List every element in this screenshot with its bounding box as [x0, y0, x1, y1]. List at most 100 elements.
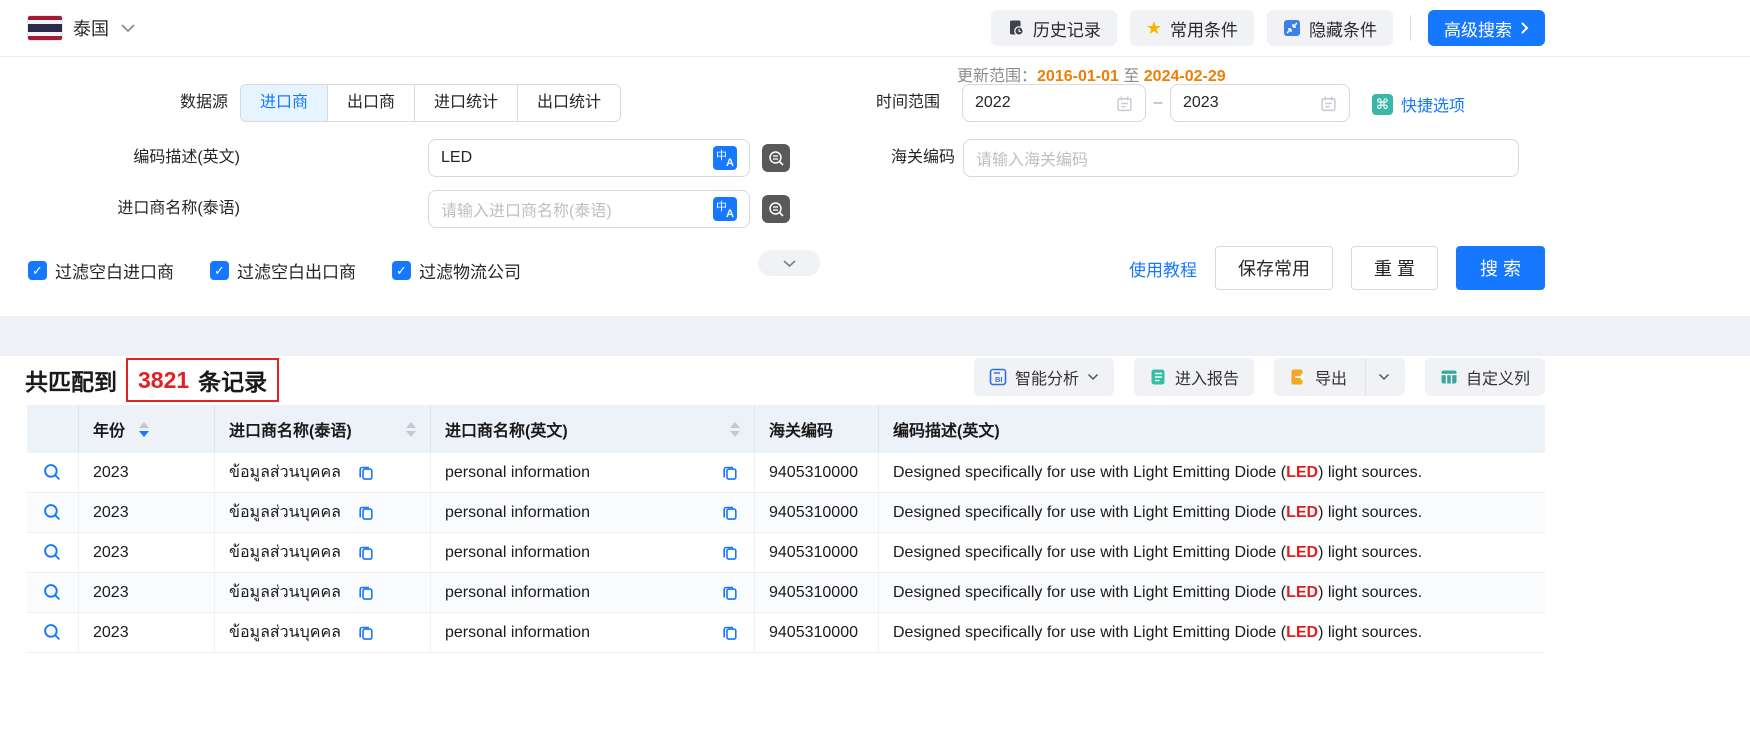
save-favorite-button[interactable]: 保存常用 [1215, 246, 1333, 290]
reset-button[interactable]: 重 置 [1351, 246, 1438, 290]
checkbox-filter-logistics[interactable]: ✓ 过滤物流公司 [392, 258, 521, 283]
collapse-icon [1283, 19, 1301, 37]
tab-exporter[interactable]: 出口商 [327, 85, 414, 121]
code-desc-input[interactable]: LED 中A [428, 139, 750, 177]
year-to-value: 2023 [1183, 94, 1320, 112]
export-icon [1289, 368, 1307, 386]
header-hs-code: 海关编码 [755, 405, 879, 453]
history-icon [1007, 19, 1025, 37]
year-to-input[interactable]: 2023 [1170, 84, 1350, 122]
history-button[interactable]: 历史记录 [991, 10, 1117, 46]
sort-asc-icon[interactable] [730, 422, 740, 428]
export-more-button[interactable] [1365, 358, 1390, 396]
importer-en-cell: personal information [431, 493, 755, 532]
view-detail-magnifier-icon[interactable] [43, 543, 62, 562]
smart-analysis-button[interactable]: BI 智能分析 [974, 358, 1114, 396]
search-button[interactable]: 搜 索 [1456, 246, 1545, 290]
top-bar: 泰国 历史记录 ★ 常用条件 隐藏条件 高级搜索 [0, 0, 1750, 57]
copy-icon[interactable] [358, 504, 374, 521]
header-code-desc: 编码描述(英文) [879, 405, 1545, 453]
result-count: 共匹配到 3821 条记录 [25, 358, 279, 402]
update-range-to-word: 至 [1123, 68, 1139, 85]
app-screen: 泰国 历史记录 ★ 常用条件 隐藏条件 高级搜索 更新范围：2016-01-0 [0, 0, 1750, 729]
advanced-search-button[interactable]: 高级搜索 [1428, 10, 1545, 46]
enter-report-button[interactable]: 进入报告 [1134, 358, 1254, 396]
code-desc-cell: Designed specifically for use with Light… [879, 573, 1545, 612]
importer-en-value: personal information [445, 544, 590, 562]
copy-icon[interactable] [722, 584, 738, 601]
importer-thai-cell: ข้อมูลส่วนบุคคล [215, 493, 431, 532]
view-detail-magnifier-icon[interactable] [43, 583, 62, 602]
copy-icon[interactable] [722, 504, 738, 521]
importer-en-cell: personal information [431, 533, 755, 572]
sort-desc-icon[interactable] [730, 431, 740, 437]
hide-conditions-label: 隐藏条件 [1309, 16, 1377, 41]
importer-en-value: personal information [445, 464, 590, 482]
copy-icon[interactable] [358, 464, 374, 481]
export-button[interactable]: 导出 [1274, 358, 1405, 396]
importer-en-value: personal information [445, 504, 590, 522]
sort-icons [406, 422, 416, 437]
match-mode-toggle[interactable] [762, 144, 790, 172]
star-icon: ★ [1146, 19, 1162, 37]
tab-import-stats[interactable]: 进口统计 [414, 85, 517, 121]
favorites-label: 常用条件 [1170, 16, 1238, 41]
filter-checkboxes: ✓ 过滤空白进口商 ✓ 过滤空白出口商 ✓ 过滤物流公司 [28, 258, 521, 283]
translate-icon[interactable]: 中A [713, 197, 737, 221]
custom-columns-button[interactable]: 自定义列 [1425, 358, 1545, 396]
year-value: 2023 [93, 504, 129, 522]
copy-icon[interactable] [358, 584, 374, 601]
year-from-value: 2022 [975, 94, 1116, 112]
view-detail-magnifier-icon[interactable] [43, 503, 62, 522]
country-selector[interactable]: 泰国 [28, 15, 136, 41]
sort-asc-icon[interactable] [406, 422, 416, 428]
header-importer-en-label: 进口商名称(英文) [445, 417, 568, 441]
copy-icon[interactable] [722, 464, 738, 481]
header-hs-code-label: 海关编码 [769, 417, 833, 441]
header-importer-en[interactable]: 进口商名称(英文) [431, 405, 755, 453]
favorites-button[interactable]: ★ 常用条件 [1130, 10, 1254, 46]
sort-desc-icon[interactable] [139, 431, 149, 437]
checkbox-filter-blank-importer[interactable]: ✓ 过滤空白进口商 [28, 258, 174, 283]
tutorial-link[interactable]: 使用教程 [1129, 256, 1197, 281]
importer-thai-cell: ข้อมูลส่วนบุคคล [215, 453, 431, 492]
hide-conditions-button[interactable]: 隐藏条件 [1267, 10, 1393, 46]
checkbox-checked-icon: ✓ [210, 261, 229, 280]
sort-asc-icon[interactable] [139, 422, 149, 428]
update-range: 更新范围：2016-01-01 至 2024-02-29 [957, 62, 1226, 86]
export-label: 导出 [1315, 365, 1347, 389]
desc-highlight: LED [1286, 464, 1318, 482]
view-detail-magnifier-icon[interactable] [43, 623, 62, 642]
collapse-panel-button[interactable] [758, 250, 820, 276]
tab-importer[interactable]: 进口商 [241, 85, 327, 121]
header-importer-thai[interactable]: 进口商名称(泰语) [215, 405, 431, 453]
quick-options-link[interactable]: ⌘ 快捷选项 [1372, 92, 1465, 116]
hs-code-cell: 9405310000 [755, 613, 879, 652]
sort-desc-icon[interactable] [406, 431, 416, 437]
range-separator: – [1148, 84, 1168, 122]
hs-code-input[interactable]: 请输入海关编码 [963, 139, 1519, 177]
importer-name-input[interactable]: 请输入进口商名称(泰语) 中A [428, 190, 750, 228]
chevron-down-icon [1378, 373, 1390, 381]
section-divider [0, 316, 1750, 356]
match-mode-toggle[interactable] [762, 195, 790, 223]
year-cell: 2023 [79, 493, 215, 532]
translate-icon[interactable]: 中A [713, 146, 737, 170]
checkbox-filter-blank-exporter[interactable]: ✓ 过滤空白出口商 [210, 258, 356, 283]
tab-export-stats[interactable]: 出口统计 [517, 85, 620, 121]
calendar-icon [1320, 95, 1337, 112]
year-from-input[interactable]: 2022 [962, 84, 1146, 122]
copy-icon[interactable] [722, 624, 738, 641]
header-year[interactable]: 年份 [79, 405, 215, 453]
year-cell: 2023 [79, 573, 215, 612]
hs-code-cell: 9405310000 [755, 493, 879, 532]
copy-icon[interactable] [358, 624, 374, 641]
copy-icon[interactable] [722, 544, 738, 561]
update-range-from: 2016-01-01 [1037, 68, 1119, 85]
copy-icon[interactable] [358, 544, 374, 561]
datasource-label: 数据源 [0, 84, 228, 122]
view-detail-magnifier-icon[interactable] [43, 463, 62, 482]
code-desc-cell: Designed specifically for use with Light… [879, 613, 1545, 652]
importer-thai-value: ข้อมูลส่วนบุคคล [229, 620, 341, 645]
hs-code-cell: 9405310000 [755, 533, 879, 572]
